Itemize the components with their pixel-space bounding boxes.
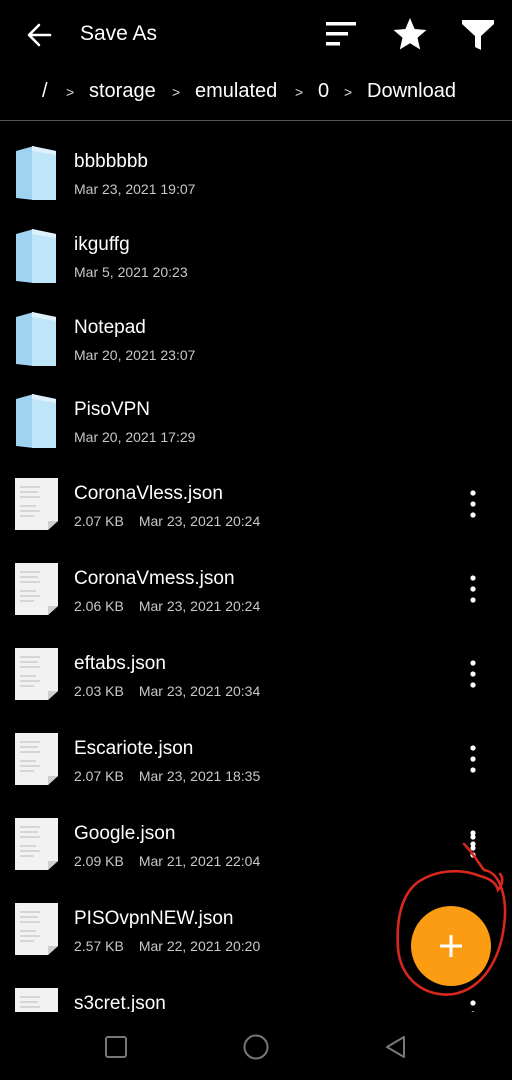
- file-meta: 2.57 KB Mar 22, 2021 20:20: [74, 938, 260, 954]
- more-vert-icon[interactable]: [462, 659, 484, 689]
- more-vert-icon[interactable]: [462, 744, 484, 774]
- list-item-folder[interactable]: ikguffg Mar 5, 2021 20:23: [0, 224, 512, 290]
- file-date: Mar 22, 2021 20:20: [138, 938, 261, 954]
- file-size: 2.03 KB: [74, 683, 124, 699]
- back-triangle-icon[interactable]: [381, 1032, 411, 1062]
- file-meta: 2.03 KB Mar 23, 2021 20:34: [74, 683, 260, 699]
- more-vert-icon[interactable]: [462, 833, 484, 859]
- text-file-icon: [15, 988, 58, 1012]
- back-arrow-icon[interactable]: [22, 17, 58, 53]
- page-title: Save As: [80, 22, 158, 45]
- file-name: bbbbbbb: [74, 151, 148, 172]
- file-date: Mar 23, 2021 20:24: [138, 598, 261, 614]
- chevron-right-icon: >: [344, 84, 353, 100]
- breadcrumb-root[interactable]: /: [42, 80, 48, 103]
- chevron-right-icon: >: [295, 84, 304, 100]
- file-size: 2.07 KB: [74, 513, 124, 529]
- file-meta: 2.07 KB Mar 23, 2021 20:24: [74, 513, 260, 529]
- list-item-file[interactable]: s3cret.json: [0, 987, 512, 1012]
- plus-icon: [440, 935, 462, 957]
- file-name: Google.json: [74, 823, 176, 844]
- breadcrumb-download[interactable]: Download: [367, 80, 456, 103]
- chevron-right-icon: >: [66, 84, 75, 100]
- folder-icon: [16, 312, 56, 366]
- folder-icon: [16, 229, 56, 283]
- file-size: 2.06 KB: [74, 598, 124, 614]
- folder-icon: [16, 394, 56, 448]
- recents-square-icon[interactable]: [101, 1032, 131, 1062]
- list-item-folder[interactable]: bbbbbbb Mar 23, 2021 19:07: [0, 141, 512, 207]
- list-item-file[interactable]: Escariote.json 2.07 KB Mar 23, 2021 18:35: [0, 732, 512, 788]
- file-date: Mar 23, 2021 18:35: [138, 768, 261, 784]
- file-date: Mar 23, 2021 19:07: [74, 181, 196, 197]
- breadcrumb-storage[interactable]: storage: [89, 80, 156, 103]
- file-date: Mar 20, 2021 17:29: [74, 429, 196, 445]
- list-item-file[interactable]: eftabs.json 2.03 KB Mar 23, 2021 20:34: [0, 647, 512, 703]
- file-size: 2.57 KB: [74, 938, 124, 954]
- folder-icon: [16, 146, 56, 200]
- breadcrumb: / > storage > emulated > 0 > Download: [0, 70, 512, 118]
- more-vert-icon[interactable]: [462, 574, 484, 604]
- file-name: CoronaVless.json: [74, 483, 223, 504]
- file-meta: 2.09 KB Mar 21, 2021 22:04: [74, 853, 260, 869]
- file-name: Notepad: [74, 317, 146, 338]
- file-date: Mar 23, 2021 20:34: [138, 683, 261, 699]
- list-item-file[interactable]: CoronaVmess.json 2.06 KB Mar 23, 2021 20:…: [0, 562, 512, 618]
- more-vert-icon[interactable]: [462, 489, 484, 519]
- home-circle-icon[interactable]: [241, 1032, 271, 1062]
- file-date: Mar 21, 2021 22:04: [138, 853, 261, 869]
- file-meta: 2.07 KB Mar 23, 2021 18:35: [74, 768, 260, 784]
- list-item-folder[interactable]: PisoVPN Mar 20, 2021 17:29: [0, 389, 512, 455]
- sort-icon[interactable]: [322, 14, 362, 54]
- breadcrumb-emulated[interactable]: emulated: [195, 80, 277, 103]
- text-file-icon: [15, 648, 58, 700]
- file-size: 2.07 KB: [74, 768, 124, 784]
- text-file-icon: [15, 478, 58, 530]
- file-list: bbbbbbb Mar 23, 2021 19:07 ikguffg Mar 5…: [0, 121, 512, 1012]
- text-file-icon: [15, 563, 58, 615]
- file-name: s3cret.json: [74, 993, 166, 1012]
- text-file-icon: [15, 818, 58, 870]
- text-file-icon: [15, 733, 58, 785]
- file-size: 2.09 KB: [74, 853, 124, 869]
- star-icon[interactable]: [390, 14, 430, 54]
- file-meta: 2.06 KB Mar 23, 2021 20:24: [74, 598, 260, 614]
- list-item-file[interactable]: CoronaVless.json 2.07 KB Mar 23, 2021 20:…: [0, 477, 512, 533]
- chevron-right-icon: >: [172, 84, 181, 100]
- system-nav-bar: [0, 1012, 512, 1080]
- add-fab-button[interactable]: [411, 906, 491, 986]
- more-vert-icon[interactable]: [462, 999, 484, 1012]
- file-name: PISOvpnNEW.json: [74, 908, 234, 929]
- file-name: eftabs.json: [74, 653, 166, 674]
- file-date: Mar 5, 2021 20:23: [74, 264, 188, 280]
- breadcrumb-0[interactable]: 0: [318, 80, 329, 103]
- file-name: CoronaVmess.json: [74, 568, 235, 589]
- list-item-file[interactable]: Google.json 2.09 KB Mar 21, 2021 22:04: [0, 817, 512, 873]
- top-app-bar: Save As: [0, 0, 512, 70]
- file-date: Mar 20, 2021 23:07: [74, 347, 196, 363]
- file-name: PisoVPN: [74, 399, 151, 420]
- file-name: Escariote.json: [74, 738, 194, 759]
- text-file-icon: [15, 903, 58, 955]
- list-item-folder[interactable]: Notepad Mar 20, 2021 23:07: [0, 307, 512, 373]
- file-date: Mar 23, 2021 20:24: [138, 513, 261, 529]
- filter-icon[interactable]: [458, 14, 498, 54]
- file-name: ikguffg: [74, 234, 130, 255]
